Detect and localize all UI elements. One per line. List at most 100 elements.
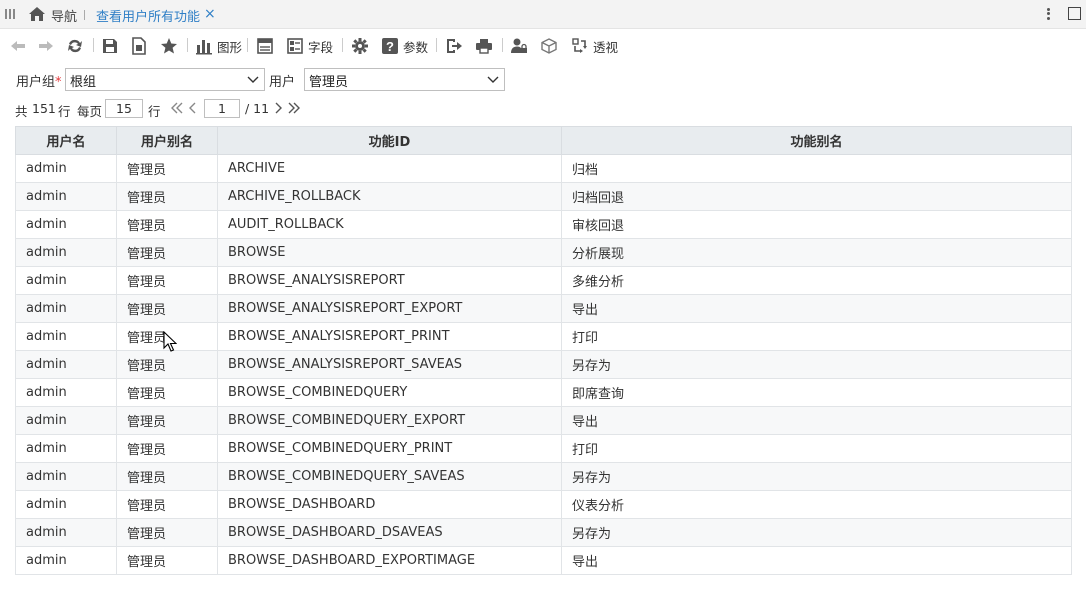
table-row[interactable]: admin 管理员 BROWSE_COMBINEDQUERY_SAVEAS 另存为 xyxy=(15,462,1072,491)
printer-icon xyxy=(476,39,492,54)
svg-text:?: ? xyxy=(386,39,394,54)
cell-function-id: BROWSE_ANALYSISREPORT_SAVEAS xyxy=(217,350,562,379)
column-header-function-id[interactable]: 功能ID xyxy=(217,126,562,155)
table-row[interactable]: admin 管理员 BROWSE_DASHBOARD_EXPORTIMAGE 导出 xyxy=(15,546,1072,575)
home-icon[interactable] xyxy=(28,5,46,23)
last-page-icon[interactable] xyxy=(287,101,301,115)
table-layout-icon xyxy=(257,38,273,54)
table-row[interactable]: admin 管理员 AUDIT_ROLLBACK 审核回退 xyxy=(15,210,1072,239)
chart-button[interactable]: 图形 xyxy=(195,35,242,57)
cell-function-id: BROWSE_ANALYSISREPORT xyxy=(217,266,562,295)
pagination: 共 151 行 每页 15 行 1 / 11 xyxy=(0,98,600,120)
resource-button[interactable] xyxy=(540,35,558,57)
column-header-username[interactable]: 用户名 xyxy=(15,126,117,155)
table-row[interactable]: admin 管理员 BROWSE_COMBINEDQUERY_EXPORT 导出 xyxy=(15,406,1072,435)
column-header-user-alias[interactable]: 用户别名 xyxy=(116,126,218,155)
save-as-icon xyxy=(132,37,146,55)
cell-function-id: ARCHIVE_ROLLBACK xyxy=(217,182,562,211)
help-icon: ? xyxy=(382,38,398,54)
cell-username: admin xyxy=(15,294,117,323)
save-as-button[interactable] xyxy=(130,35,148,57)
back-button[interactable] xyxy=(9,35,27,57)
cell-user-alias: 管理员 xyxy=(116,210,218,239)
layout-button[interactable] xyxy=(256,35,274,57)
table-row[interactable]: admin 管理员 BROWSE_DASHBOARD_DSAVEAS 另存为 xyxy=(15,518,1072,547)
toolbar-divider xyxy=(93,38,94,52)
settings-button[interactable] xyxy=(351,35,369,57)
page-size-input[interactable]: 15 xyxy=(105,99,143,118)
current-page-input[interactable]: 1 xyxy=(204,99,240,118)
toolbar-divider xyxy=(502,38,503,52)
tab-view-user-functions[interactable]: 查看用户所有功能 xyxy=(96,6,200,25)
field-button[interactable]: 字段 xyxy=(286,35,333,57)
cell-function-alias: 审核回退 xyxy=(561,210,1072,239)
cell-user-alias: 管理员 xyxy=(116,266,218,295)
toolbar-divider xyxy=(187,38,188,52)
cell-username: admin xyxy=(15,322,117,351)
forward-button[interactable] xyxy=(37,35,55,57)
user-group-select[interactable]: 根组 xyxy=(65,68,265,91)
param-button[interactable]: ? 参数 xyxy=(381,35,428,57)
table-row[interactable]: admin 管理员 ARCHIVE 归档 xyxy=(15,154,1072,183)
cell-function-alias: 分析展现 xyxy=(561,238,1072,267)
grip-icon[interactable] xyxy=(5,9,15,19)
cell-user-alias: 管理员 xyxy=(116,238,218,267)
toolbar: 图形 字段 ? 参数 透视 xyxy=(0,32,1086,60)
cell-function-id: BROWSE_COMBINEDQUERY_EXPORT xyxy=(217,406,562,435)
save-button[interactable] xyxy=(101,35,119,57)
refresh-button[interactable] xyxy=(66,35,84,57)
table-row[interactable]: admin 管理员 BROWSE_ANALYSISREPORT 多维分析 xyxy=(15,266,1072,295)
favorite-button[interactable] xyxy=(160,35,178,57)
gear-icon xyxy=(352,38,368,54)
next-page-icon[interactable] xyxy=(271,101,285,115)
cell-user-alias: 管理员 xyxy=(116,546,218,575)
more-vert-icon[interactable] xyxy=(1043,5,1053,23)
cell-function-id: BROWSE_COMBINEDQUERY_SAVEAS xyxy=(217,462,562,491)
print-button[interactable] xyxy=(475,35,493,57)
arrow-left-icon xyxy=(11,41,25,51)
maximize-icon[interactable] xyxy=(1068,7,1081,20)
chevron-down-icon xyxy=(247,76,259,83)
cell-user-alias: 管理员 xyxy=(116,518,218,547)
table-row[interactable]: admin 管理员 BROWSE_COMBINEDQUERY 即席查询 xyxy=(15,378,1072,407)
first-page-icon[interactable] xyxy=(170,101,184,115)
cell-function-alias: 打印 xyxy=(561,322,1072,351)
filter-bar: 用户组* 根组 用户 管理员 xyxy=(0,68,1086,92)
user-select[interactable]: 管理员 xyxy=(304,68,505,91)
cell-function-alias: 打印 xyxy=(561,434,1072,463)
user-permission-button[interactable] xyxy=(510,35,528,57)
table-row[interactable]: admin 管理员 BROWSE 分析展现 xyxy=(15,238,1072,267)
table-row[interactable]: admin 管理员 ARCHIVE_ROLLBACK 归档回退 xyxy=(15,182,1072,211)
pivot-icon xyxy=(572,38,587,53)
table-row[interactable]: admin 管理员 BROWSE_COMBINEDQUERY_PRINT 打印 xyxy=(15,434,1072,463)
cell-function-id: BROWSE_COMBINEDQUERY_PRINT xyxy=(217,434,562,463)
cell-username: admin xyxy=(15,182,117,211)
cell-function-alias: 多维分析 xyxy=(561,266,1072,295)
per-page-label: 每页 xyxy=(77,104,103,119)
table-row[interactable]: admin 管理员 BROWSE_ANALYSISREPORT_EXPORT 导出 xyxy=(15,294,1072,323)
tab-navigation[interactable]: 导航 xyxy=(51,6,77,25)
table-row[interactable]: admin 管理员 BROWSE_ANALYSISREPORT_SAVEAS 另存为 xyxy=(15,350,1072,379)
cell-username: admin xyxy=(15,210,117,239)
cell-function-alias: 另存为 xyxy=(561,462,1072,491)
cell-function-alias: 仪表分析 xyxy=(561,490,1072,519)
prev-page-icon[interactable] xyxy=(186,101,200,115)
close-icon[interactable]: × xyxy=(204,6,216,22)
column-header-function-alias[interactable]: 功能别名 xyxy=(561,126,1072,155)
export-button[interactable] xyxy=(445,35,463,57)
cell-username: admin xyxy=(15,154,117,183)
user-lock-icon xyxy=(511,38,527,53)
toolbar-divider xyxy=(247,38,248,52)
cell-function-alias: 即席查询 xyxy=(561,378,1072,407)
pivot-button[interactable]: 透视 xyxy=(571,35,618,57)
cell-username: admin xyxy=(15,238,117,267)
cell-username: admin xyxy=(15,490,117,519)
total-rows: 151 xyxy=(32,101,56,116)
cell-function-alias: 归档回退 xyxy=(561,182,1072,211)
total-prefix: 共 xyxy=(15,104,28,119)
export-icon xyxy=(447,39,462,53)
cell-function-id: BROWSE_ANALYSISREPORT_PRINT xyxy=(217,322,562,351)
table-row[interactable]: admin 管理员 BROWSE_DASHBOARD 仪表分析 xyxy=(15,490,1072,519)
star-icon xyxy=(161,38,177,54)
cell-function-alias: 导出 xyxy=(561,406,1072,435)
